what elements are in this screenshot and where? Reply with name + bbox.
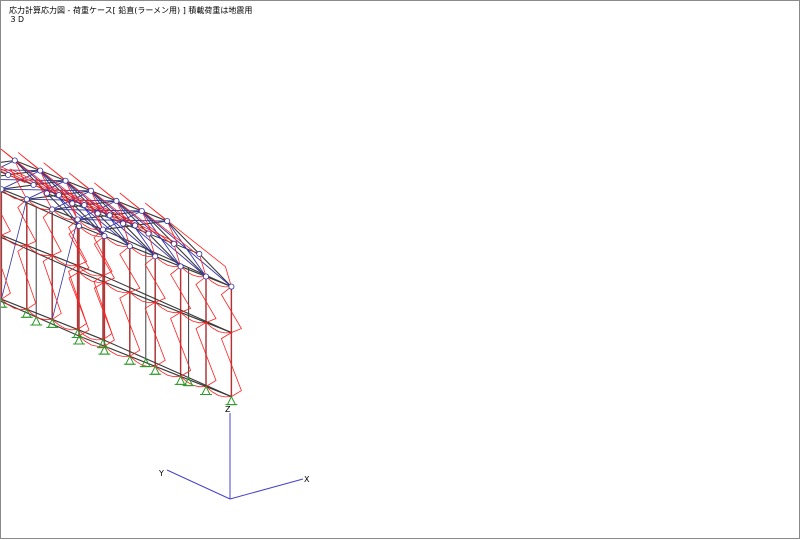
joint-marker <box>94 210 101 217</box>
y-axis <box>166 469 231 500</box>
joint-marker <box>100 226 107 233</box>
joint-marker <box>177 263 184 270</box>
joint-marker <box>23 196 30 203</box>
joint-marker <box>145 230 152 237</box>
x-axis-label: X <box>304 475 310 484</box>
z-axis-label: Z <box>225 405 231 414</box>
joint-marker <box>74 216 81 223</box>
joint-marker <box>126 243 133 250</box>
joint-marker <box>202 273 209 280</box>
joint-marker <box>5 171 12 178</box>
drawing-window: 応力計算応力図 - 荷重ケース[ 鉛直(ラーメン用) ] 積載荷重は地震用 ３Ｄ… <box>0 0 800 539</box>
joint-marker <box>106 212 113 219</box>
frame-members <box>1 159 233 398</box>
joint-marker <box>132 222 139 229</box>
joint-marker <box>101 233 108 240</box>
wall-brace <box>1 199 28 300</box>
joint-marker <box>81 202 88 209</box>
joint-marker <box>164 218 171 225</box>
joint-marker <box>88 187 95 194</box>
joint-marker <box>69 200 76 207</box>
joint-marker <box>55 192 62 199</box>
y-axis-label: Y <box>158 469 164 478</box>
joint-marker <box>43 190 50 197</box>
joint-marker <box>138 207 145 214</box>
joint-marker <box>11 157 18 164</box>
joint-marker <box>113 197 120 204</box>
joint-marker <box>37 167 44 174</box>
joint-marker <box>152 253 159 260</box>
support-symbol <box>226 395 237 406</box>
joint-marker <box>76 222 83 229</box>
joint-marker <box>228 283 235 290</box>
joint-marker <box>120 220 127 227</box>
x-axis <box>229 478 304 500</box>
joint-marker <box>62 177 69 184</box>
joint-marker <box>170 240 177 247</box>
transverse-beam <box>102 339 232 398</box>
coordinate-axes: Z X Y <box>158 405 310 500</box>
joint-marker <box>30 181 37 188</box>
joint-marker <box>1 186 5 193</box>
joint-marker <box>196 250 203 257</box>
structure-3d-view: Z X Y <box>1 148 310 500</box>
joint-marker <box>49 206 56 213</box>
